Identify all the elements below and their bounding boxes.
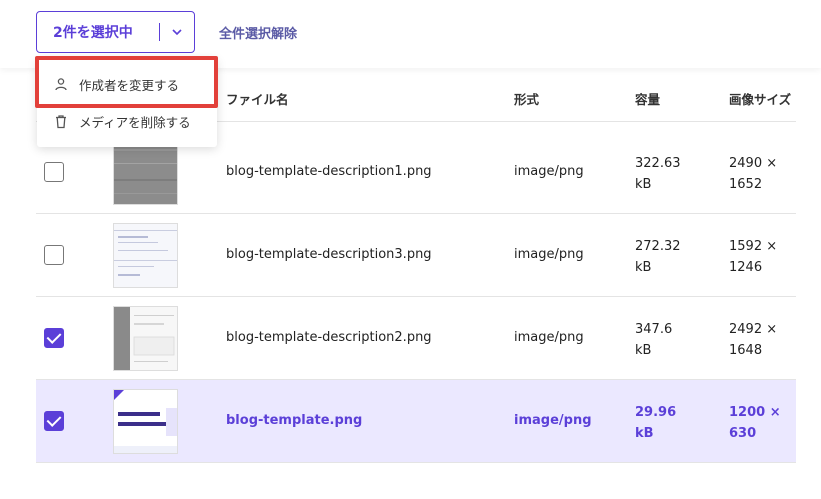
column-header-filename[interactable]: ファイル名 <box>226 89 289 108</box>
row-checkbox[interactable] <box>44 411 64 431</box>
column-header-dimensions[interactable]: 画像サイズ <box>729 89 791 108</box>
trash-icon <box>53 113 69 129</box>
table-row[interactable]: blog-template-description2.png image/png… <box>36 297 796 380</box>
file-size: 29.96 kB <box>635 405 677 441</box>
menu-item-label: 作成者を変更する <box>79 77 180 93</box>
image-dimensions: 2490 × 1652 <box>729 156 778 192</box>
table-row[interactable]: blog-template-description3.png image/png… <box>36 214 796 297</box>
image-dimensions: 1592 × 1246 <box>729 239 778 275</box>
menu-item-delete-media[interactable]: メディアを削除する <box>37 103 217 139</box>
file-format: image/png <box>514 413 592 428</box>
file-format: image/png <box>514 164 584 179</box>
file-size: 272.32 kB <box>635 239 681 275</box>
file-size: 322.63 kB <box>635 156 681 192</box>
image-dimensions: 1200 × 630 <box>729 405 781 441</box>
file-format: image/png <box>514 330 584 345</box>
file-name[interactable]: blog-template-description1.png <box>226 164 432 179</box>
selection-dropdown-button[interactable]: 2件を選択中 <box>36 11 195 53</box>
user-icon <box>53 76 69 92</box>
bulk-action-menu: 作成者を変更する メディアを削除する <box>37 58 217 147</box>
menu-item-change-author[interactable]: 作成者を変更する <box>37 66 217 102</box>
column-header-size[interactable]: 容量 <box>635 89 660 108</box>
table-row[interactable]: blog-template.png image/png 29.96 kB 1200… <box>36 380 796 463</box>
image-thumbnail[interactable] <box>113 223 178 288</box>
file-size: 347.6 kB <box>635 322 673 358</box>
image-dimensions: 2492 × 1648 <box>729 322 778 358</box>
menu-item-label: メディアを削除する <box>79 114 191 130</box>
row-checkbox[interactable] <box>44 245 64 265</box>
row-checkbox[interactable] <box>44 162 64 182</box>
row-checkbox[interactable] <box>44 328 64 348</box>
file-name[interactable]: blog-template-description3.png <box>226 247 432 262</box>
file-name[interactable]: blog-template.png <box>226 413 362 428</box>
image-thumbnail[interactable] <box>113 389 178 454</box>
deselect-all-link[interactable]: 全件選択解除 <box>219 23 297 42</box>
selection-count-label: 2件を選択中 <box>53 25 133 41</box>
file-format: image/png <box>514 247 584 262</box>
chevron-down-icon[interactable] <box>160 28 194 36</box>
file-name[interactable]: blog-template-description2.png <box>226 330 432 345</box>
column-header-format[interactable]: 形式 <box>514 89 539 108</box>
image-thumbnail[interactable] <box>113 140 178 205</box>
image-thumbnail[interactable] <box>113 306 178 371</box>
